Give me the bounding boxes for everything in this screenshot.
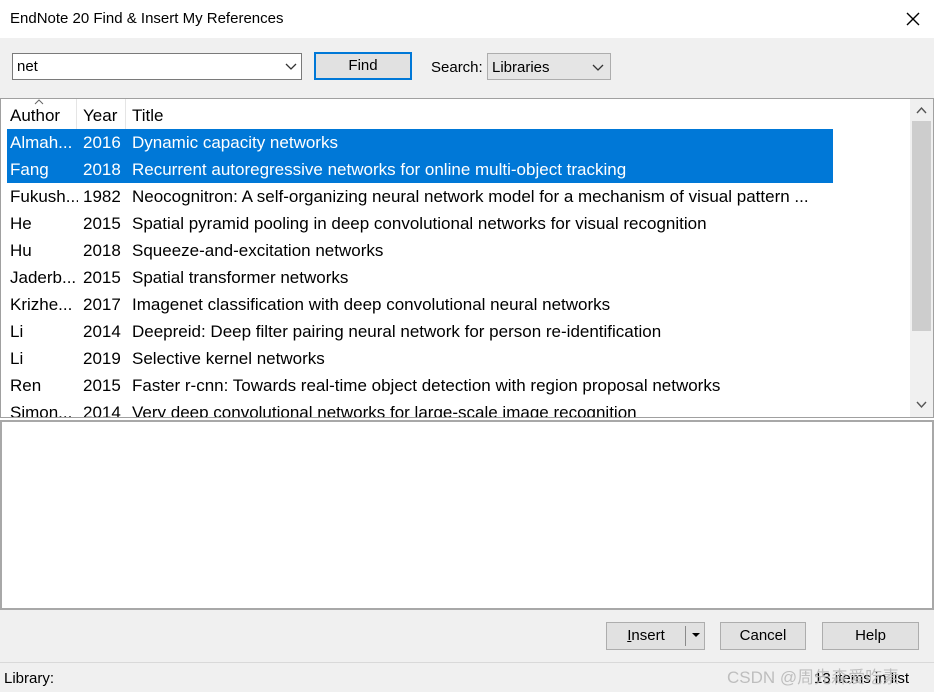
find-button[interactable]: Find bbox=[314, 52, 412, 80]
cell-author: Jaderb... bbox=[10, 268, 77, 287]
insert-split-button[interactable]: Insert bbox=[606, 622, 705, 650]
cell-year: 2017 bbox=[83, 295, 121, 314]
cell-author: Hu bbox=[10, 241, 32, 260]
table-row[interactable]: Hu 2018 Squeeze-and-excitation networks bbox=[7, 237, 833, 264]
cell-title: Squeeze-and-excitation networks bbox=[132, 241, 384, 260]
search-scope-select[interactable]: Libraries bbox=[487, 53, 611, 80]
cancel-button[interactable]: Cancel bbox=[720, 622, 806, 650]
cell-year: 1982 bbox=[83, 187, 121, 206]
column-divider[interactable] bbox=[76, 99, 77, 129]
title-bar: EndNote 20 Find & Insert My References bbox=[0, 0, 934, 38]
column-header-author[interactable]: Author bbox=[10, 106, 60, 126]
cell-title: Spatial pyramid pooling in deep convolut… bbox=[132, 214, 707, 233]
cell-author: Ren bbox=[10, 376, 42, 395]
reference-preview-pane bbox=[0, 420, 934, 610]
cell-author: He bbox=[10, 214, 32, 233]
cell-year: 2014 bbox=[83, 403, 121, 418]
cell-year: 2018 bbox=[83, 241, 121, 260]
chevron-down-icon bbox=[592, 64, 604, 71]
cell-title: Imagenet classification with deep convol… bbox=[132, 295, 611, 314]
search-input[interactable] bbox=[15, 55, 281, 77]
cell-title: Spatial transformer networks bbox=[132, 268, 349, 287]
table-row[interactable]: Simon... 2014 Very deep convolutional netw… bbox=[7, 399, 833, 418]
button-bar: Insert Cancel Help bbox=[0, 610, 934, 662]
scroll-up-arrow-icon[interactable] bbox=[916, 106, 927, 114]
reference-list[interactable]: Author Year Title Almah... 2016 Dynamic ca… bbox=[0, 98, 934, 418]
cell-title: Selective kernel networks bbox=[132, 349, 325, 368]
cell-year: 2018 bbox=[83, 160, 121, 179]
cell-author: Simon... bbox=[10, 403, 73, 418]
table-row[interactable]: Fukush... 1982 Neocognitron: A self-organi… bbox=[7, 183, 833, 210]
cell-author: Fukush... bbox=[10, 187, 78, 206]
search-combobox[interactable] bbox=[12, 53, 302, 80]
column-divider[interactable] bbox=[125, 99, 126, 129]
search-scope-value: Libraries bbox=[492, 59, 550, 76]
cell-author: Almah... bbox=[10, 133, 73, 152]
list-header: Author Year Title bbox=[1, 99, 911, 129]
cell-year: 2015 bbox=[83, 376, 121, 395]
close-icon[interactable] bbox=[902, 8, 924, 30]
watermark: CSDN @周先森爱吃素 bbox=[727, 668, 900, 687]
cell-author: Krizhe... bbox=[10, 295, 73, 314]
sort-ascending-caret-icon bbox=[34, 99, 44, 105]
table-row[interactable]: Krizhe... 2017 Imagenet classification wit… bbox=[7, 291, 833, 318]
table-row[interactable]: Li 2019 Selective kernel networks bbox=[7, 345, 833, 372]
cell-year: 2015 bbox=[83, 268, 121, 287]
cell-title: Very deep convolutional networks for lar… bbox=[132, 403, 637, 418]
chevron-down-icon[interactable] bbox=[285, 61, 297, 71]
dropdown-triangle-icon[interactable] bbox=[691, 632, 701, 638]
scroll-down-arrow-icon[interactable] bbox=[916, 401, 927, 409]
window-title: EndNote 20 Find & Insert My References bbox=[10, 10, 284, 27]
scrollbar-thumb[interactable] bbox=[912, 121, 931, 331]
cell-year: 2019 bbox=[83, 349, 121, 368]
table-row[interactable]: Almah... 2016 Dynamic capacity networks bbox=[7, 129, 833, 156]
cell-year: 2015 bbox=[83, 214, 121, 233]
table-row[interactable]: Jaderb... 2015 Spatial transformer network… bbox=[7, 264, 833, 291]
cell-title: Dynamic capacity networks bbox=[132, 133, 338, 152]
cell-year: 2016 bbox=[83, 133, 121, 152]
insert-button[interactable]: Insert bbox=[607, 623, 685, 649]
search-scope-label: Search: bbox=[431, 59, 483, 76]
cell-title: Faster r-cnn: Towards real-time object d… bbox=[132, 376, 721, 395]
cell-year: 2014 bbox=[83, 322, 121, 341]
table-row[interactable]: Li 2014 Deepreid: Deep filter pairing neur… bbox=[7, 318, 833, 345]
cell-title: Deepreid: Deep filter pairing neural net… bbox=[132, 322, 662, 341]
help-button[interactable]: Help bbox=[822, 622, 919, 650]
column-header-year[interactable]: Year bbox=[83, 106, 117, 126]
table-row[interactable]: Fang 2018 Recurrent autoregressive network… bbox=[7, 156, 833, 183]
cell-author: Li bbox=[10, 322, 24, 341]
library-label: Library: bbox=[4, 670, 55, 687]
cell-author: Fang bbox=[10, 160, 49, 179]
search-toolbar: Find Search: Libraries bbox=[0, 38, 934, 98]
split-divider bbox=[685, 626, 686, 646]
cell-title: Recurrent autoregressive networks for on… bbox=[132, 160, 627, 179]
vertical-scrollbar[interactable] bbox=[910, 99, 933, 417]
table-row[interactable]: He 2015 Spatial pyramid pooling in deep co… bbox=[7, 210, 833, 237]
cell-author: Li bbox=[10, 349, 24, 368]
cell-title: Neocognitron: A self-organizing neural n… bbox=[132, 187, 809, 206]
column-header-title[interactable]: Title bbox=[132, 106, 164, 126]
table-row[interactable]: Ren 2015 Faster r-cnn: Towards real-time o… bbox=[7, 372, 833, 399]
